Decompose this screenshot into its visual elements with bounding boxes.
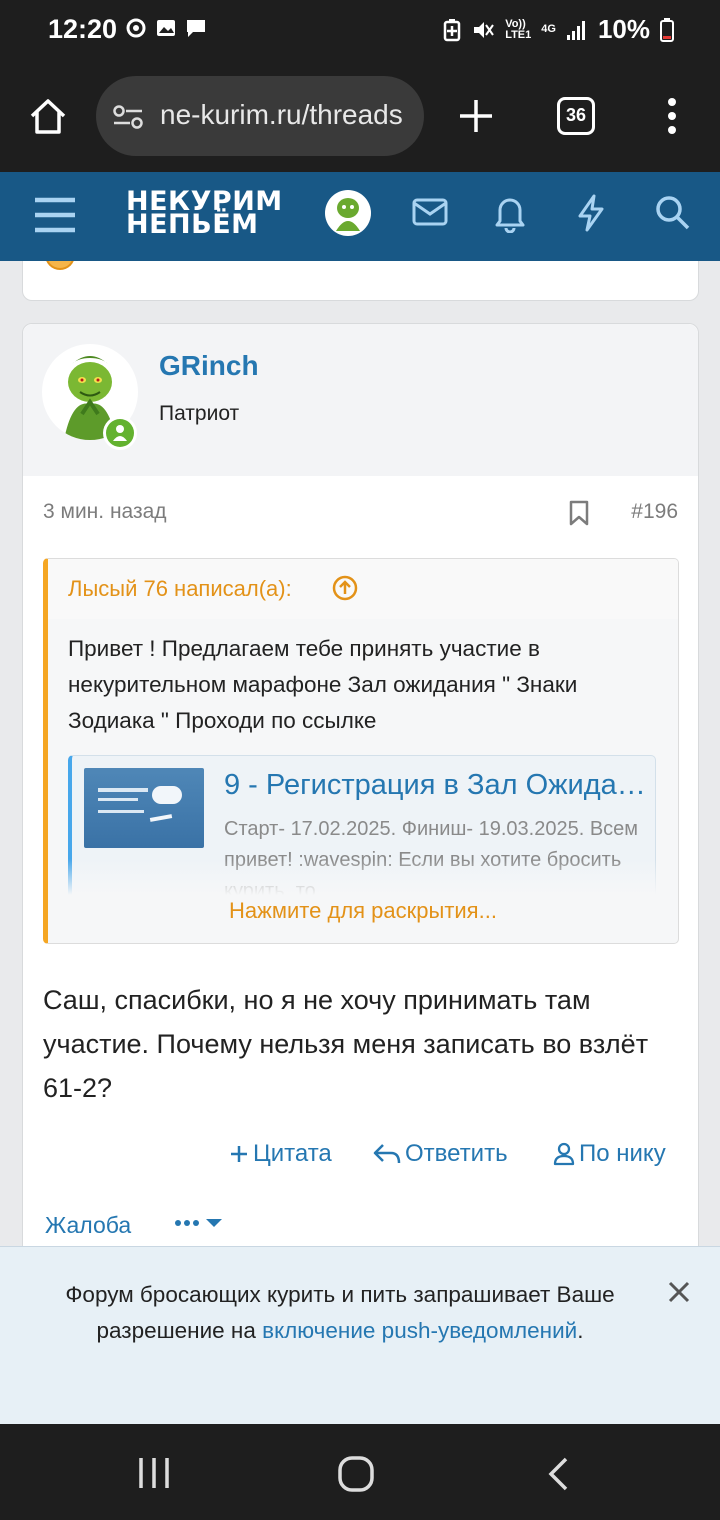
url-text[interactable]: ne-kurim.ru/threads: [160, 99, 403, 131]
home-button-icon[interactable]: [336, 1454, 376, 1494]
post-user-header: GRinch Патриот: [23, 324, 698, 476]
bookmark-icon[interactable]: [569, 500, 589, 526]
gallery-icon: [157, 20, 175, 36]
push-permission-banner: Форум бросающих курить и пить запрашивае…: [0, 1246, 720, 1424]
status-time: 12:20: [48, 14, 118, 44]
message-icon: [187, 20, 205, 37]
user-title: Патриот: [159, 402, 240, 425]
expand-quote-link[interactable]: Нажмите для раскрытия...: [48, 898, 678, 924]
status-bar: 12:20 Vo)) LTE1 4G 10%: [0, 0, 720, 60]
site-settings-icon[interactable]: [112, 103, 144, 131]
user-avatar-icon[interactable]: [324, 189, 372, 237]
back-icon[interactable]: [546, 1456, 570, 1492]
quote-action-label: Цитата: [253, 1140, 332, 1167]
enable-push-link[interactable]: включение push-уведомлений: [262, 1318, 577, 1343]
post-time[interactable]: 3 мин. назад: [43, 500, 167, 524]
reply-action-label: Ответить: [405, 1140, 508, 1167]
post-username[interactable]: GRinch: [159, 350, 259, 382]
post-body: Саш, спасибки, но я не хочу принимать та…: [43, 985, 649, 1103]
by-nick-action[interactable]: По нику: [553, 1140, 666, 1168]
whats-new-lightning-icon[interactable]: [575, 193, 607, 233]
recent-apps-icon[interactable]: [136, 1456, 172, 1490]
plus-icon: [231, 1146, 247, 1162]
search-icon[interactable]: [653, 193, 691, 231]
go-to-quoted-post-icon[interactable]: [332, 575, 358, 601]
mute-icon: [474, 21, 495, 38]
notifications-bell-icon[interactable]: [492, 193, 528, 233]
home-icon[interactable]: [28, 96, 68, 136]
previous-post-card: [22, 261, 699, 301]
sync-icon: [126, 18, 146, 38]
push-banner-text: Форум бросающих курить и пить запрашивае…: [65, 1282, 615, 1343]
quote-author[interactable]: Лысый 76 написал(а):: [68, 576, 292, 602]
reply-action[interactable]: Ответить: [373, 1140, 508, 1168]
post-more-menu[interactable]: [173, 1212, 229, 1241]
browser-toolbar: ne-kurim.ru/threads 36: [0, 60, 720, 172]
quote-text: Привет ! Предлагаем тебе принять участие…: [68, 636, 578, 733]
menu-icon[interactable]: [33, 196, 77, 234]
quote-action[interactable]: Цитата: [229, 1140, 332, 1168]
new-tab-icon[interactable]: [458, 98, 494, 134]
volte-label: Vo)) LTE1: [505, 17, 532, 41]
battery-percent: 10%: [597, 14, 650, 44]
more-dots-icon: [175, 1219, 222, 1227]
report-link[interactable]: Жалоба: [45, 1212, 131, 1239]
more-options-icon[interactable]: [664, 96, 680, 136]
battery-icon: [660, 17, 674, 42]
online-status-badge: [103, 416, 137, 450]
battery-saver-icon: [443, 18, 461, 41]
tab-switcher-button[interactable]: 36: [557, 97, 595, 135]
quote-block: Лысый 76 написал(а): Привет ! Предлагаем…: [43, 558, 679, 944]
signal-icon: [566, 20, 585, 40]
by-nick-action-label: По нику: [579, 1140, 666, 1167]
embed-thumbnail: [84, 768, 204, 848]
post-196: GRinch Патриот 3 мин. назад #196 Лысый 7…: [22, 323, 699, 1323]
embed-title[interactable]: 9 - Регистрация в Зал Ожидания: [224, 769, 649, 802]
quote-header: Лысый 76 написал(а):: [48, 559, 678, 619]
reaction-icon: [45, 261, 75, 270]
user-icon: [553, 1142, 575, 1166]
address-bar[interactable]: ne-kurim.ru/threads: [96, 76, 424, 156]
reply-icon: [373, 1144, 401, 1164]
site-logo[interactable]: НЕКУРИМ НЕПЬЁМ: [126, 188, 283, 238]
system-nav-bar: [0, 1424, 720, 1520]
user-online-icon: [113, 425, 127, 441]
close-icon[interactable]: [668, 1281, 690, 1303]
network-label: 4G: [541, 23, 556, 35]
post-number[interactable]: #196: [631, 500, 678, 524]
inbox-icon[interactable]: [411, 193, 449, 231]
